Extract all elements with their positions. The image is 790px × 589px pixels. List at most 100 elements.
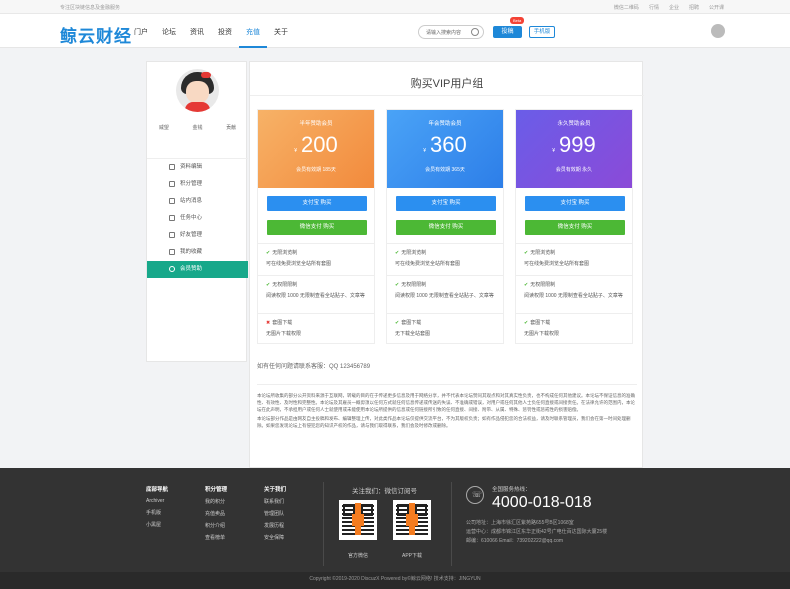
card-icon [169,181,175,187]
feature-item: ✔ 无权限限制 阅读权限 1000 无限制查看全站贴子、文章等 [387,275,503,305]
check-icon: ✔ [524,320,529,326]
sidebar-item-vip[interactable]: 会员赞助 [147,261,248,278]
qr-label-wechat: 官方微信 [347,553,368,559]
qr-code-wechat [339,500,377,540]
plan-price: ¥200 [294,132,338,157]
check-icon: ✔ [524,250,529,256]
footer-link[interactable]: 手机版 [146,509,168,516]
check-icon: ✔ [266,250,271,256]
check-icon: ✔ [266,282,271,288]
main-panel: 购买VIP用户组 半年赞助会员 ¥200 会员有效期 185天 支付宝 购买 微… [249,61,644,468]
wechat-buy-button[interactable]: 微信支付 购买 [525,220,625,235]
top-link-company[interactable]: 企业 [669,4,679,11]
qr-code-app [393,500,431,540]
phone-icon: ☏ [466,486,484,504]
top-link-wechat-qr[interactable]: 微信二维码 [614,4,639,11]
search-icon[interactable] [471,28,479,36]
sidebar-item-credits[interactable]: 积分管理 [147,176,248,193]
feature-item: ✖ 套图下载 无图片下载权限 [258,313,374,343]
service-phone: 4000-018-018 [492,494,592,511]
footer-link[interactable]: 联系我们 [264,498,286,505]
tagline: 专注区块链信息及金融服务 [60,5,121,11]
alipay-buy-button[interactable]: 支付宝 购买 [396,196,496,211]
check-icon: ✔ [524,282,529,288]
sidebar-menu: 资料编辑 积分管理 站内消息 任务中心 好友管理 我的收藏 会员赞助 [147,158,248,278]
nav-item-recharge[interactable]: 充值 [239,27,267,48]
footer-link[interactable]: 充值卖品 [205,510,227,517]
footer-link[interactable]: 发展历程 [264,522,286,529]
site-logo[interactable]: 鲸云财经 [60,22,132,47]
contact-info: 如有任何问题请联系客服：QQ 123456789 [257,364,371,370]
footer-link[interactable]: 管理团队 [264,510,286,517]
alipay-buy-button[interactable]: 支付宝 购买 [525,196,625,211]
disclaimer: 本论坛所收集的部分公开资料来源于互联网，转载的目的在于传递更多信息及用于网络分享… [257,384,637,431]
plan-name: 年会赞助会员 [428,121,462,127]
check-icon: ✔ [395,282,400,288]
follow-label: 关注我们：微信订阅号 [352,488,417,495]
feature-item: ✔ 无限浏览制 可在线免费浏览全站所有套图 [387,243,503,273]
beta-badge: Beta [510,17,525,24]
wechat-buy-button[interactable]: 微信支付 购买 [267,220,367,235]
plan-name: 永久赞助会员 [557,121,591,127]
address-info: 公司地址：上海市徐汇区紫苑路655号B区1068室 运营中心：成都市锦江区东华正… [466,520,608,544]
user-avatar[interactable] [711,24,725,38]
footer-link[interactable]: 积分介绍 [205,522,227,529]
footer-link[interactable]: 查看榜单 [205,534,227,541]
sidebar: 威望 金钱 贡献 资料编辑 积分管理 站内消息 任务中心 好友管理 我的收藏 会… [146,61,248,362]
nav-items: 门户 论坛 资讯 投资 充值 关于 [127,27,295,48]
top-links: 微信二维码 行情 企业 招聘 公开课 [614,4,724,11]
post-button[interactable]: 投稿 [493,26,522,38]
plan-validity: 会员有效期 365天 [425,167,465,173]
top-link-jobs[interactable]: 招聘 [689,4,699,11]
footer-col-credits: 积分管理 我的积分 充值卖品 积分介绍 查看榜单 [205,487,228,541]
nav-item-portal[interactable]: 门户 [127,27,155,48]
check-icon: ✔ [395,250,400,256]
disclaimer-paragraph: 本论坛所收集的部分公开资料来源于互联网，转载的目的在于传递更多信息及用于网络分享… [257,393,635,412]
footer-col-nav: 底部导航 Archiver 手机版 小黑屋 [146,487,169,528]
service-label: 全国服务热线： [492,487,531,493]
nav-item-invest[interactable]: 投资 [211,27,239,48]
feature-item: ✔ 无权限限制 阅读权限 1000 无限制查看全站贴子、文章等 [258,275,374,305]
feature-item: ✔ 套图下载 无图片下载权限 [516,313,632,343]
search-input[interactable]: 请输入搜索内容 [418,25,484,39]
edit-icon [169,164,175,170]
feature-item: ✔ 套图下载 无下载全站套图 [387,313,503,343]
footer: 底部导航 Archiver 手机版 小黑屋 积分管理 我的积分 充值卖品 积分介… [0,468,790,572]
mobile-button[interactable]: 手机版 [529,26,555,38]
favorites-icon [169,249,175,255]
nav-item-forum[interactable]: 论坛 [155,27,183,48]
qr-label-app: APP下载 [401,553,422,559]
plan-validity: 会员有效期 185天 [296,167,336,173]
footer-link[interactable]: 小黑屋 [146,521,168,528]
footer-link[interactable]: Archiver [146,498,168,504]
plan-name: 半年赞助会员 [299,121,333,127]
sidebar-item-friends[interactable]: 好友管理 [147,227,248,244]
alipay-buy-button[interactable]: 支付宝 购买 [267,196,367,211]
stat-money: 金钱 [192,125,203,131]
check-icon: ✔ [395,320,400,326]
message-icon [169,198,175,204]
feature-item: ✔ 无限浏览制 可在线免费浏览全站所有套图 [258,243,374,273]
plan-card-year: 年会赞助会员 ¥360 会员有效期 365天 支付宝 购买 微信支付 购买 ✔ 无… [386,109,504,344]
nav-item-news[interactable]: 资讯 [183,27,211,48]
sidebar-item-favorites[interactable]: 我的收藏 [147,244,248,261]
footer-link[interactable]: 我的积分 [205,498,227,505]
footer-link[interactable]: 安全保障 [264,534,286,541]
sidebar-item-profile-edit[interactable]: 资料编辑 [147,159,248,176]
top-link-open-class[interactable]: 公开课 [709,4,724,11]
sidebar-item-tasks[interactable]: 任务中心 [147,210,248,227]
footer-col-about: 关于我们 联系我们 管理团队 发展历程 安全保障 [264,487,287,541]
wechat-buy-button[interactable]: 微信支付 购买 [396,220,496,235]
top-bar: 专注区块链信息及金融服务 微信二维码 行情 企业 招聘 公开课 [0,0,790,14]
sidebar-item-messages[interactable]: 站内消息 [147,193,248,210]
plan-card-lifetime: 永久赞助会员 ¥999 会员有效期 永久 支付宝 购买 微信支付 购买 ✔ 无限浏… [515,109,633,344]
copyright: Copyright ©2019-2020 DiscuzX Powered by©… [0,572,790,589]
plan-price: ¥999 [552,132,596,157]
feature-item: ✔ 无限浏览制 可在线免费浏览全站所有套图 [516,243,632,273]
feature-item: ✔ 无权限限制 阅读权限 1000 无限制查看全站贴子、文章等 [516,275,632,305]
disclaimer-paragraph: 本论坛部分作品是由网友自主投稿和发布、编辑整理上传，对此类作品本论坛仅提供交流平… [257,416,631,428]
profile-avatar [176,69,219,112]
nav-item-about[interactable]: 关于 [267,27,295,48]
top-link-market[interactable]: 行情 [649,4,659,11]
friends-icon [169,232,175,238]
